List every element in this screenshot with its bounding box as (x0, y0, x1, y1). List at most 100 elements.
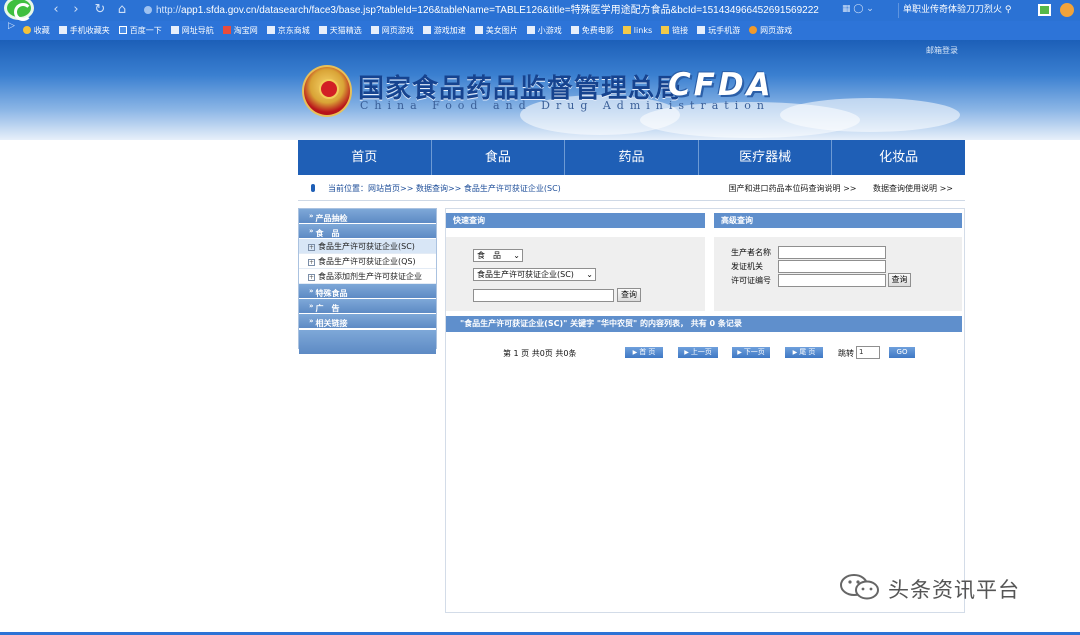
bookmark-label: 玩手机游 (708, 26, 741, 35)
nav-item-food[interactable]: 食品 (432, 140, 566, 175)
browser-chrome: ‹ › ↻ ⌂ http://app1.sfda.gov.cn/datasear… (0, 0, 1080, 40)
bookmark-label: 收藏 (33, 26, 50, 35)
next-page-button[interactable]: ▶ 下一页 (732, 347, 770, 358)
browser-search-box[interactable]: 单职业传奇体验刀刀烈火 ⚲ (898, 3, 1020, 18)
bookmark-item[interactable]: 京东商城 (266, 21, 310, 40)
sidebar-head-advertising[interactable]: » 广 告 (299, 299, 436, 314)
bookmark-item[interactable]: 网页游戏 (370, 21, 414, 40)
last-page-button[interactable]: ▶ 尾 页 (785, 347, 823, 358)
category-select[interactable]: 食 品 ⌄ (473, 249, 523, 262)
subcategory-select[interactable]: 食品生产许可获证企业(SC) ⌄ (473, 268, 596, 281)
nav-item-cosmetics[interactable]: 化妆品 (832, 140, 965, 175)
nav-item-medical-device[interactable]: 医疗器械 (699, 140, 833, 175)
sidebar-marker-icon: » (309, 317, 314, 325)
drug-code-help-link[interactable]: 国产和进口药品本位码查询说明 >> (729, 184, 857, 193)
subcategory-select-value: 食品生产许可获证企业(SC) (477, 270, 574, 279)
next-page-label: 下一页 (743, 348, 765, 356)
sidebar-item-food-sc[interactable]: + 食品生产许可获证企业(SC) (299, 239, 436, 254)
bookmark-item[interactable]: 天猫精选 (318, 21, 362, 40)
national-emblem-icon (302, 65, 352, 117)
nav-item-home[interactable]: 首页 (298, 140, 432, 175)
bookmark-item[interactable]: 小游戏 (526, 21, 562, 40)
taobao-icon (222, 26, 231, 34)
quick-search-body: 食 品 ⌄ 食品生产许可获证企业(SC) ⌄ 查询 (446, 237, 705, 311)
sidebar-marker-icon: » (309, 287, 314, 295)
watermark-text: 头条资讯平台 (888, 578, 1020, 602)
sidebar-footer (299, 329, 436, 354)
bookmark-item[interactable]: 玩手机游 (697, 21, 740, 40)
bookmark-label: 网址导航 (181, 26, 214, 35)
play-icon: ▶ (632, 349, 638, 356)
sidebar-head-food[interactable]: » 食 品 (299, 224, 436, 239)
producer-name-label: 生产者名称 (731, 248, 771, 257)
page-icon (422, 26, 431, 34)
sidebar-item-label: 食品添加剂生产许可获证企业 (318, 272, 422, 281)
prev-page-button[interactable]: ▶ 上一页 (678, 347, 718, 358)
sidebar-head-label: 食 品 (315, 229, 340, 238)
bookmark-item[interactable]: 链接 (661, 21, 688, 40)
first-page-label: 首 页 (639, 348, 656, 356)
bookmark-item[interactable]: 美女图片 (474, 21, 518, 40)
bookmark-label: 网页游戏 (760, 26, 793, 35)
first-page-button[interactable]: ▶ 首 页 (625, 347, 663, 358)
keyword-input[interactable] (473, 289, 614, 302)
bookmark-label: links (633, 26, 653, 35)
category-select-value: 食 品 (477, 251, 501, 260)
producer-name-input[interactable] (778, 246, 886, 259)
precise-search-button[interactable]: 查询 (888, 273, 911, 287)
reader-icon[interactable] (1038, 4, 1051, 16)
forward-icon[interactable]: › (68, 2, 84, 18)
mobile-icon (58, 26, 67, 34)
bookmark-item[interactable]: 淘宝网 (222, 21, 258, 40)
star-icon (22, 26, 31, 34)
user-avatar-icon[interactable] (1060, 3, 1074, 17)
license-number-input[interactable] (778, 274, 886, 287)
browser-logo-icon (4, 0, 34, 21)
bookmark-item[interactable]: 网页游戏 (749, 21, 792, 40)
page-info: 第 1 页 共0页 共0条 (503, 349, 577, 358)
sidebar-head-label: 相关链接 (315, 319, 348, 328)
page-icon (318, 26, 327, 34)
bookmark-item[interactable]: 网址导航 (170, 21, 214, 40)
sidebar-item-food-additive[interactable]: + 食品添加剂生产许可获证企业 (299, 269, 436, 284)
bookmark-item[interactable]: links (622, 21, 653, 40)
page-icon (474, 26, 483, 34)
query-help-link[interactable]: 数据查询使用说明 >> (873, 184, 953, 193)
page-icon (170, 26, 179, 34)
bookmarks-bar: ▷ 收藏 手机收藏夹 百度一下 网址导航 淘宝网 京东商城 天猫精选 网页游戏 游戏加速 美女图片… (0, 21, 1080, 40)
jump-page-input[interactable]: 1 (856, 346, 880, 359)
bookmark-item[interactable]: 游戏加速 (422, 21, 466, 40)
back-icon[interactable]: ‹ (48, 2, 64, 18)
search-content-panel: 快速查询 食 品 ⌄ 食品生产许可获证企业(SC) ⌄ 查询 高级查询 生产者名称 … (445, 208, 965, 613)
sidebar-head-label: 产品抽检 (315, 214, 348, 223)
bookmark-item[interactable]: 手机收藏夹 (58, 21, 110, 40)
left-sidebar: » 产品抽检 » 食 品 + 食品生产许可获证企业(SC) + 食品生产许可获证企业(Q… (298, 208, 437, 354)
url-prefix: http:// (156, 5, 182, 16)
sidebar-item-food-qs[interactable]: + 食品生产许可获证企业(QS) (299, 254, 436, 269)
url-bar[interactable]: http://app1.sfda.gov.cn/datasearch/face3… (156, 3, 836, 18)
bookmark-item[interactable]: 收藏 (22, 21, 50, 40)
home-icon[interactable]: ⌂ (114, 2, 130, 18)
quick-search-button[interactable]: 查询 (617, 288, 641, 302)
sidebar-head-related-links[interactable]: » 相关链接 (299, 314, 436, 329)
refresh-icon[interactable]: ↻ (92, 2, 108, 18)
prev-page-label: 上一页 (690, 348, 712, 356)
bookmark-item[interactable]: 百度一下 (118, 21, 162, 40)
bookmark-item[interactable]: 免费电影 (570, 21, 614, 40)
bookmark-label: 天猫精选 (329, 26, 362, 35)
precise-search-title: 高级查询 (714, 213, 962, 228)
site-globe-icon (144, 6, 152, 14)
sidebar-head-product-sampling[interactable]: » 产品抽检 (299, 209, 436, 224)
address-bar-icons[interactable]: ▦ ◯ ⌄ (842, 4, 874, 14)
chevron-down-icon: ⌄ (586, 270, 593, 279)
page-icon (370, 26, 379, 34)
nav-item-drug[interactable]: 药品 (565, 140, 699, 175)
sidebar-head-special-food[interactable]: » 特殊食品 (299, 284, 436, 299)
go-button[interactable]: GO (889, 347, 915, 358)
sidebar-item-label: 食品生产许可获证企业(QS) (318, 257, 416, 266)
bookmarks-play-icon[interactable]: ▷ (8, 21, 15, 31)
issuing-authority-input[interactable] (778, 260, 886, 273)
breadcrumb[interactable]: 当前位置：网站首页>> 数据查询>> 食品生产许可获证企业(SC) (328, 183, 561, 194)
sidebar-item-label: 食品生产许可获证企业(SC) (318, 242, 415, 251)
email-login-link[interactable]: 邮箱登录 (926, 45, 958, 56)
